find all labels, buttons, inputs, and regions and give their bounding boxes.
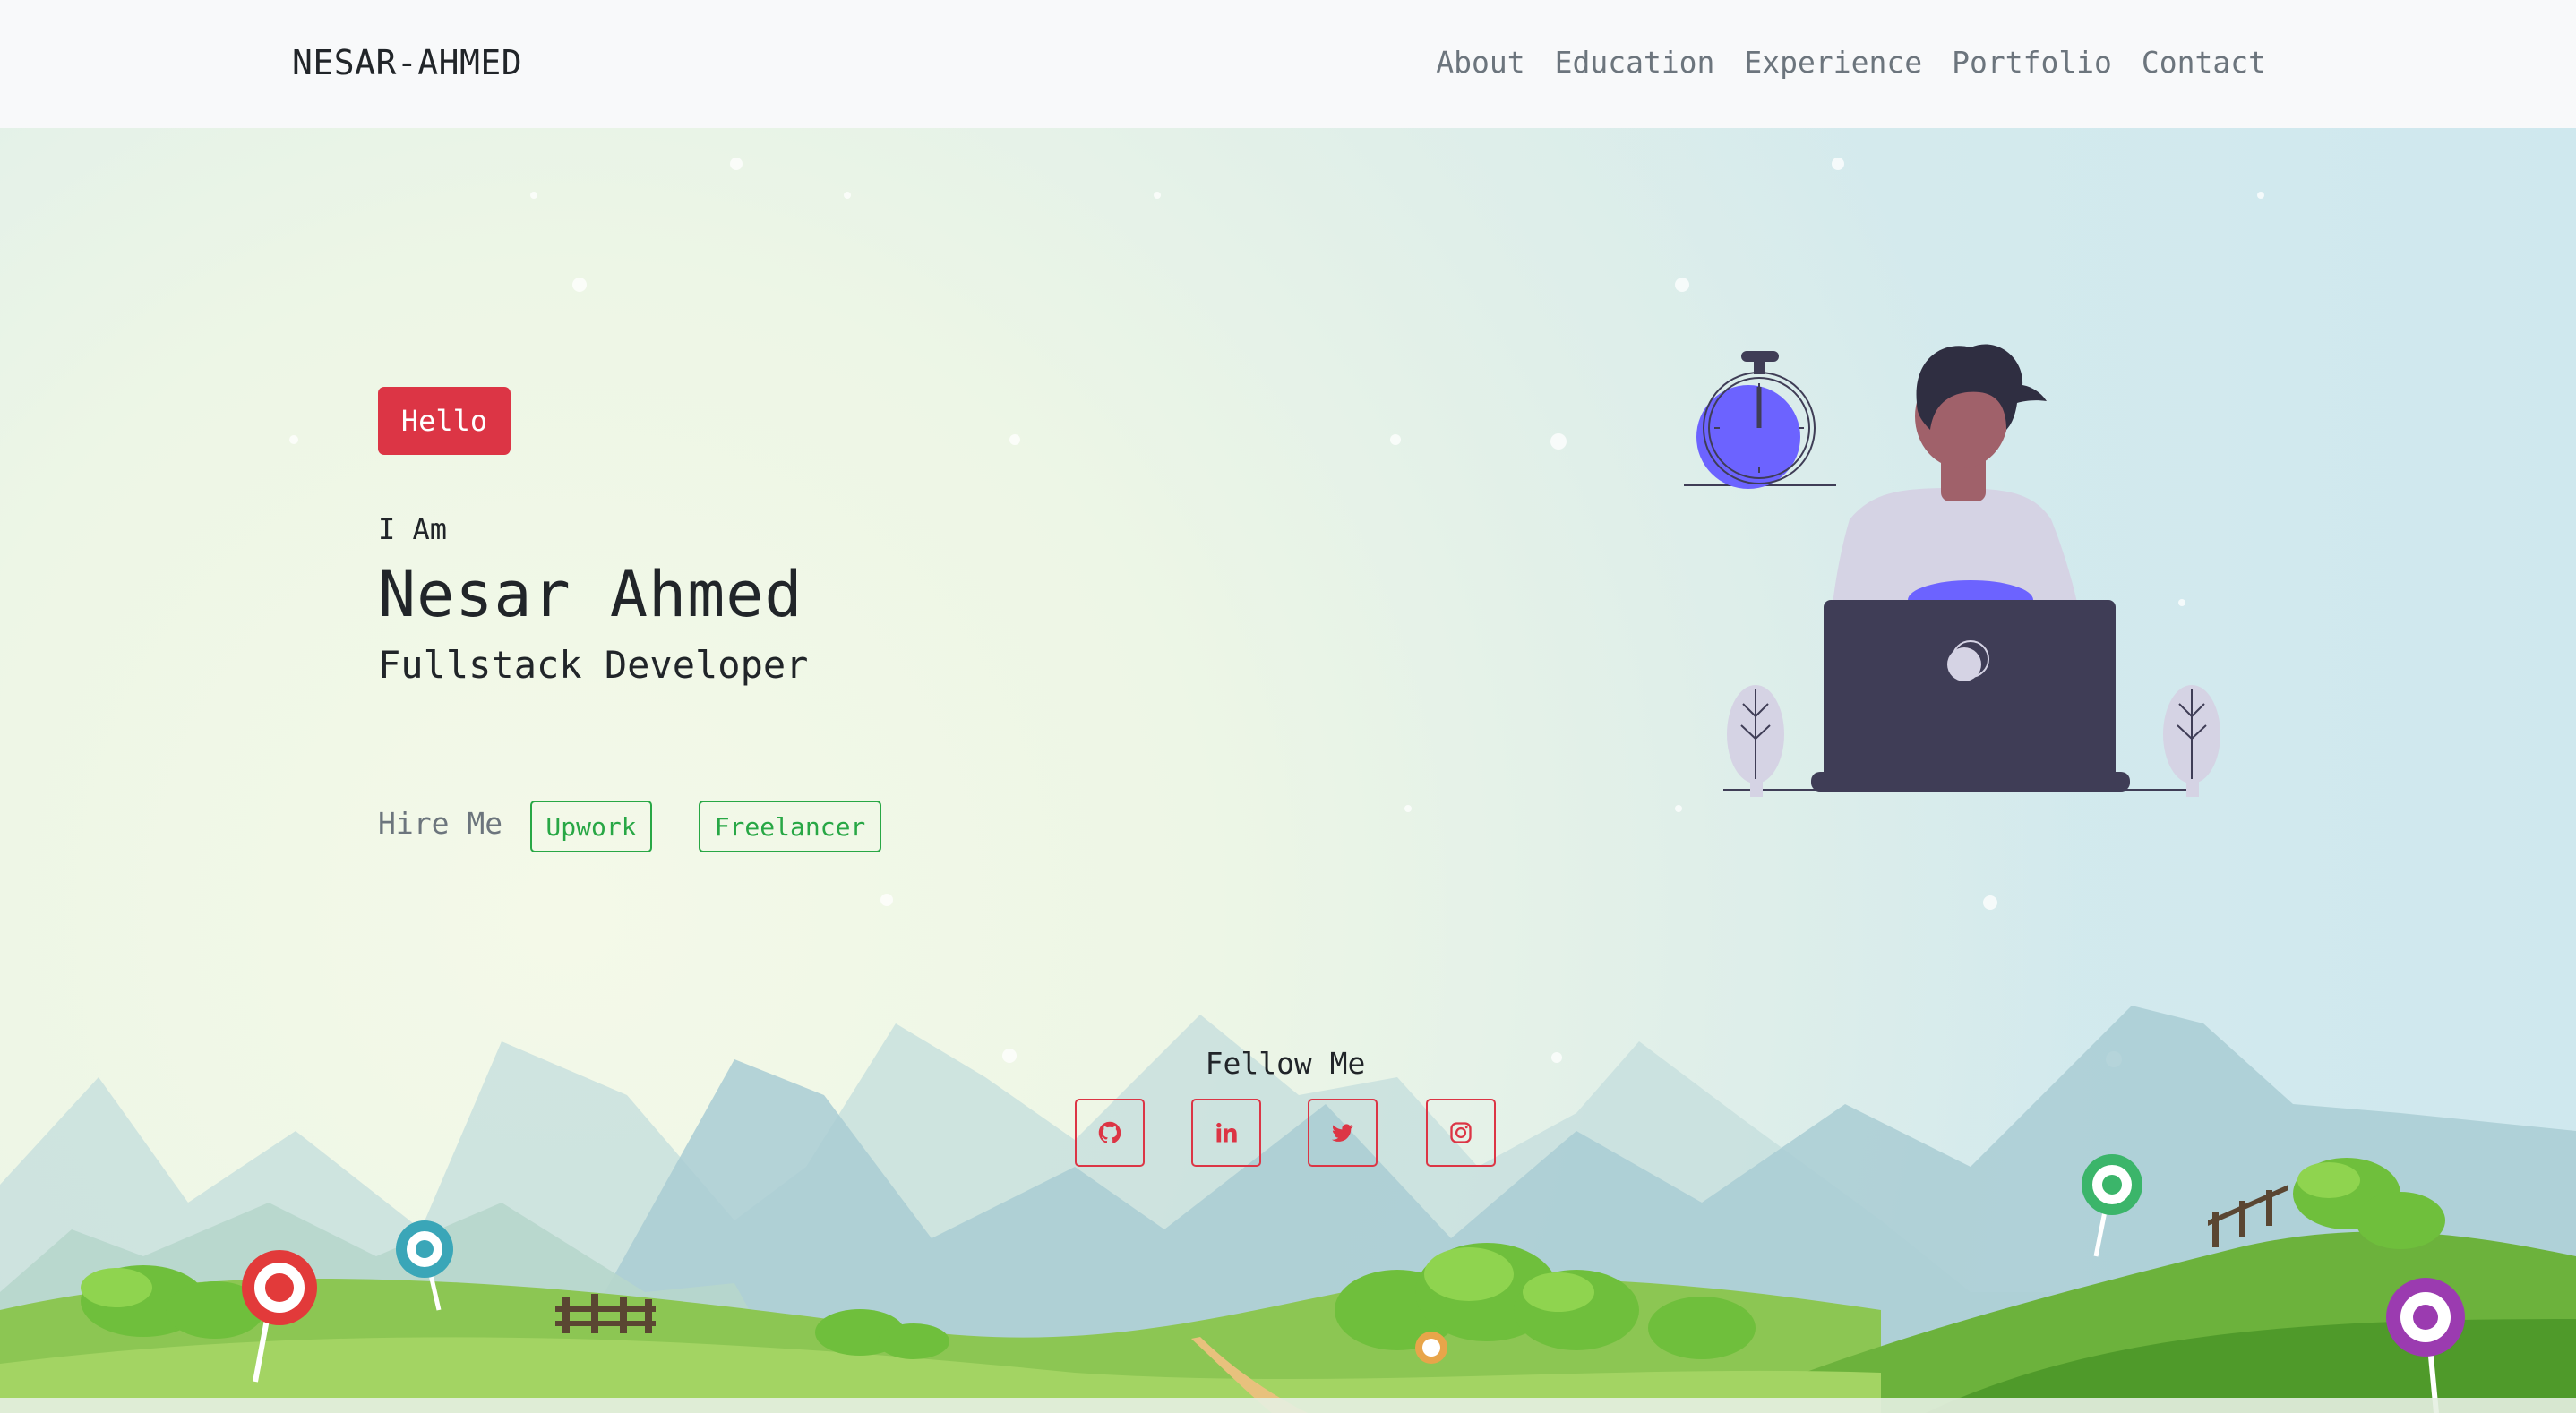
nav-link-portfolio[interactable]: Portfolio [1952,45,2112,80]
stopwatch-icon [1684,351,1836,489]
linkedin-icon [1216,1122,1237,1143]
brand-logo[interactable]: NESAR-AHMED [292,43,522,82]
hero-section: Hello I Am Nesar Ahmed Fullstack Develop… [0,128,2576,1413]
github-button[interactable] [1075,1099,1145,1167]
navbar: NESAR-AHMED About Education Experience P… [0,0,2576,128]
hire-me-label: Hire Me [378,806,503,841]
intro-text: I Am [378,512,448,546]
nav-link-experience[interactable]: Experience [1744,45,1922,80]
linkedin-button[interactable] [1191,1099,1261,1167]
hello-badge: Hello [378,387,511,455]
nav-link-education[interactable]: Education [1555,45,1715,80]
twitter-icon [1331,1124,1353,1142]
github-icon [1098,1121,1121,1143]
instagram-icon [1450,1122,1472,1143]
hero-name: Nesar Ahmed [378,558,803,631]
instagram-button[interactable] [1426,1099,1496,1167]
freelancer-button[interactable]: Freelancer [699,801,881,852]
nav-link-contact[interactable]: Contact [2142,45,2266,80]
twitter-button[interactable] [1308,1099,1378,1167]
nav-links: About Education Experience Portfolio Con… [1436,45,2266,80]
nav-link-about[interactable]: About [1436,45,1524,80]
developer-illustration [1684,344,2220,797]
upwork-button[interactable]: Upwork [530,801,652,852]
follow-me-label: Fellow Me [1205,1046,1366,1081]
hero-role: Fullstack Developer [378,643,809,687]
